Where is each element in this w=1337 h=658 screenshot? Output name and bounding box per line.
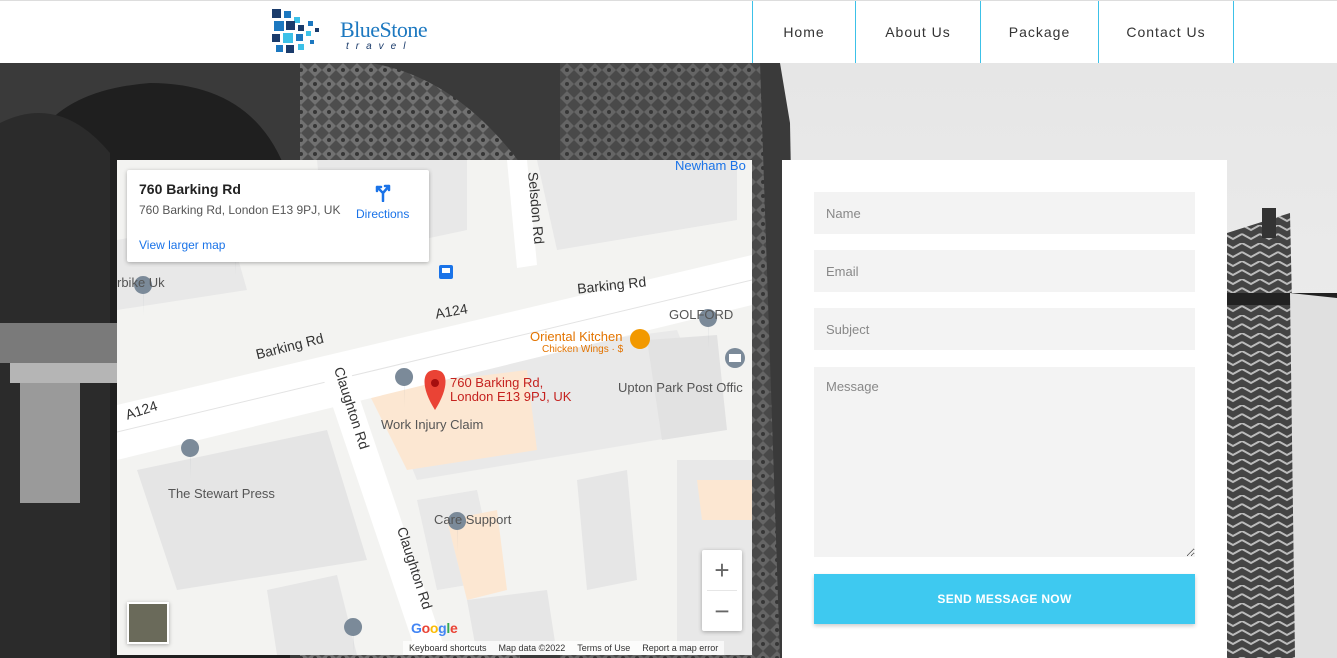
poi-label: Oriental Kitchen (530, 329, 623, 344)
poi-label: Care Support (434, 512, 512, 527)
view-larger-map-link[interactable]: View larger map (139, 238, 225, 252)
poi-label: Upton Park Post Offic (618, 380, 743, 395)
poi-label: Newham Bo (675, 160, 746, 173)
marker-label-line-2: London E13 9PJ, UK (450, 389, 572, 404)
name-input[interactable] (814, 192, 1195, 234)
main-nav: Home About Us Package Contact Us (752, 1, 1234, 63)
zoom-in-button[interactable]: + (702, 550, 742, 590)
google-logo: Google (411, 620, 458, 636)
poi-label: rbike Uk (117, 275, 165, 290)
satellite-view-toggle[interactable] (127, 602, 169, 644)
marker-label: 760 Barking Rd, London E13 9PJ, UK (450, 376, 571, 404)
directions-icon[interactable] (373, 182, 393, 202)
message-textarea[interactable] (814, 367, 1195, 557)
poi-label: The Stewart Press (168, 486, 275, 501)
place-address: 760 Barking Rd, London E13 9PJ, UK (139, 203, 341, 217)
marker-label-line-1: 760 Barking Rd, (450, 375, 544, 390)
nav-contact-us[interactable]: Contact Us (1098, 1, 1234, 63)
poi-label: GOLFORD (669, 307, 734, 322)
terms-of-use-link[interactable]: Terms of Use (577, 643, 630, 653)
brand-tagline: travel (346, 41, 413, 52)
place-info-card: 760 Barking Rd 760 Barking Rd, London E1… (127, 170, 429, 262)
contact-form: SEND MESSAGE NOW (782, 160, 1227, 658)
brand-name: BlueStone (340, 17, 428, 42)
keyboard-shortcuts-link[interactable]: Keyboard shortcuts (409, 643, 487, 653)
nav-home[interactable]: Home (752, 1, 855, 63)
nav-package[interactable]: Package (980, 1, 1098, 63)
directions-link[interactable]: Directions (356, 207, 409, 221)
map-data-text: Map data ©2022 (498, 643, 566, 653)
poi-label: Work Injury Claim (381, 417, 484, 432)
site-header: BlueStone travel Home About Us Package C… (0, 0, 1337, 63)
subject-input[interactable] (814, 308, 1195, 350)
email-input[interactable] (814, 250, 1195, 292)
zoom-out-button[interactable]: − (702, 591, 742, 631)
nav-about-us[interactable]: About Us (855, 1, 980, 63)
logo-mark-icon (272, 9, 319, 53)
embedded-map[interactable]: Barking Rd A124 Barking Rd A124 Claughto… (117, 160, 752, 655)
place-title: 760 Barking Rd (139, 181, 241, 197)
zoom-controls: + − (702, 550, 742, 631)
map-footer: Keyboard shortcuts Map data ©2022 Terms … (403, 641, 725, 655)
report-map-error-link[interactable]: Report a map error (642, 643, 718, 653)
poi-label: Chicken Wings · $ (542, 344, 624, 355)
brand-logo[interactable]: BlueStone travel (272, 9, 447, 57)
send-message-button[interactable]: SEND MESSAGE NOW (814, 574, 1195, 624)
